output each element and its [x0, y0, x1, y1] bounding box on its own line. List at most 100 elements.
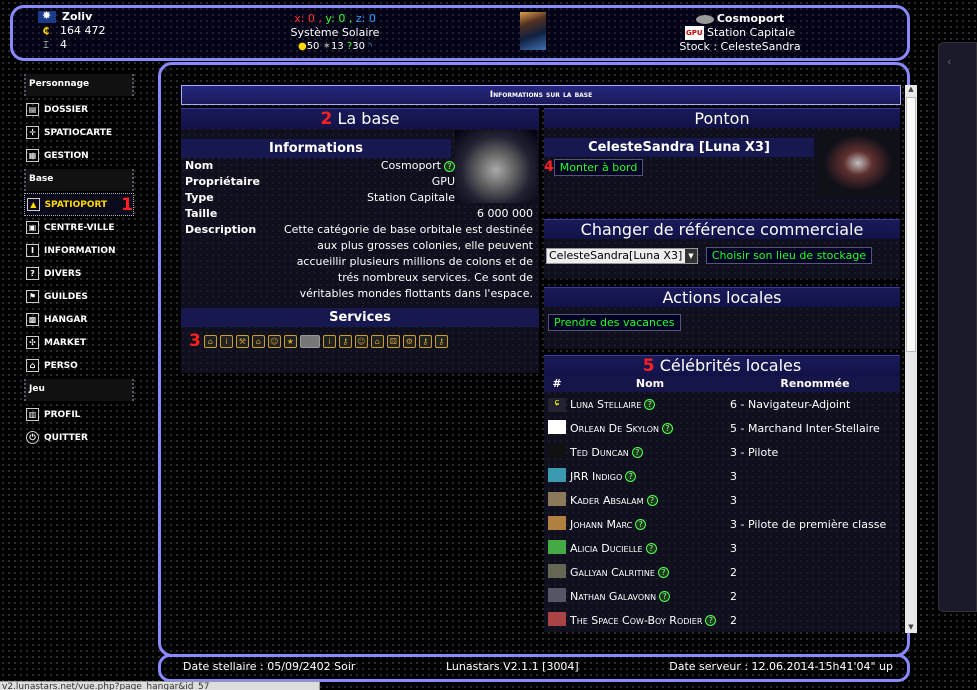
avatar	[548, 443, 566, 458]
help-icon[interactable]: ?	[635, 519, 647, 530]
info-row-taille: Taille 6 000 000	[185, 207, 533, 220]
ref-header: Changer de référence commerciale	[544, 219, 900, 239]
table-row: Ted Duncan? 3 - Pilote	[544, 440, 900, 464]
help-icon[interactable]: ?	[631, 447, 643, 458]
info-row-nom: Nom Cosmoport?	[185, 158, 455, 174]
help-icon[interactable]: ?	[646, 495, 658, 506]
coord-z: 0	[368, 12, 376, 25]
service-face-icon[interactable]: ☺	[354, 334, 368, 348]
avatar	[548, 515, 566, 530]
calculator-icon: ▦	[26, 149, 39, 162]
system-name[interactable]: Système Solaire	[270, 26, 400, 40]
ref-panel: Changer de référence commerciale Celeste…	[544, 219, 900, 279]
content-scrollbar[interactable]: ▲ ▼	[905, 85, 917, 633]
ponton-ship-name: CelesteSandra [Luna X3]	[544, 138, 814, 157]
service-image-icon[interactable]	[299, 334, 320, 348]
ponton-header: Ponton	[544, 108, 900, 128]
level-icon: ⌶	[43, 40, 49, 51]
help-icon[interactable]: ?	[644, 399, 656, 410]
service-info-icon[interactable]: i	[219, 334, 233, 348]
help-icon[interactable]: ?	[659, 591, 671, 602]
question-icon: ?	[26, 267, 39, 280]
annotation-marker-4: 4	[544, 159, 554, 175]
services-bar: 3 ⌂ i ⚒ ⌂ ☺ ★ i ⚷ ☺ ⌂ ⚄ ⚙ ⚷ ⚷	[181, 327, 539, 355]
res2-value: 13	[331, 41, 344, 52]
table-row: Alicia Ducielle? 3	[544, 536, 900, 560]
sidebar-item-hangar[interactable]: ▩ Hangar	[24, 308, 134, 331]
base-title: La base	[337, 109, 400, 128]
service-repair-icon[interactable]: ⚒	[235, 334, 249, 348]
scroll-up-icon[interactable]: ▲	[905, 85, 917, 95]
sidebar-item-divers[interactable]: ? Divers	[24, 262, 134, 285]
service-key3-icon[interactable]: ⚷	[434, 334, 448, 348]
service-shop-icon[interactable]: ⌂	[251, 334, 265, 348]
coordinates: x: 0 , y: 0 , z: 0 Système Solaire ●50 ✶…	[270, 12, 400, 54]
spaceport-icon: ▲	[27, 198, 40, 211]
sidebar-item-dossier[interactable]: ▤ Dossier	[24, 98, 134, 121]
base-header: 2 La base	[181, 108, 539, 129]
coord-x-label: x:	[294, 12, 305, 25]
sidebar-item-information[interactable]: i Information	[24, 239, 134, 262]
info-row-proprietaire: Propriétaire GPU	[185, 175, 455, 188]
storage-select[interactable]: CelesteSandra[Luna X3] ▼	[546, 247, 698, 264]
avatar: ɕ	[548, 397, 566, 412]
coord-z-label: z:	[355, 12, 366, 25]
board-ship-button[interactable]: Monter à bord	[553, 159, 644, 176]
player-name[interactable]: Zoliv	[62, 10, 92, 24]
help-icon[interactable]: ?	[444, 160, 455, 172]
help-icon[interactable]: ?	[657, 567, 669, 578]
celebrities-header: 5 Célébrités locales	[544, 355, 900, 376]
flag-icon: ⚑	[26, 290, 39, 303]
table-row: Orlean De Skylon? 5 - Marchand Inter-Stel…	[544, 416, 900, 440]
help-icon[interactable]: ?	[645, 543, 657, 554]
sidebar-item-gestion[interactable]: ▦ Gestion	[24, 144, 134, 167]
service-info2-icon[interactable]: i	[322, 334, 336, 348]
sidebar-item-guildes[interactable]: ⚑ Guildes	[24, 285, 134, 308]
celebrities-panel: 5 Célébrités locales # Nom Renommée ɕ Lun…	[544, 355, 900, 632]
annotation-marker-5: 5	[642, 356, 655, 376]
table-row: ɕ Luna Stellaire? 6 - Navigateur-Adjoint	[544, 392, 900, 416]
coord-y: 0	[338, 12, 346, 25]
scroll-thumb[interactable]	[906, 97, 916, 352]
sidebar-item-spatiocarte[interactable]: ✛ Spatiocarte	[24, 121, 134, 144]
service-star-icon[interactable]: ★	[283, 334, 297, 348]
stellar-date: Date stellaire : 05/09/2402 Soir	[183, 660, 356, 673]
choose-storage-button[interactable]: Choisir son lieu de stockage	[705, 247, 873, 264]
service-smile-icon[interactable]: ☺	[267, 334, 281, 348]
sidebar-item-profil[interactable]: ▥ Profil	[24, 403, 134, 426]
coord-x: 0	[307, 12, 315, 25]
avatar	[548, 419, 566, 434]
annotation-marker-3: 3	[189, 331, 201, 351]
chevron-left-icon[interactable]: ‹	[947, 55, 951, 68]
help-icon[interactable]: ?	[662, 423, 673, 434]
power-icon: ⏻	[26, 431, 39, 444]
service-dice-icon[interactable]: ⚄	[386, 334, 400, 348]
actions-header: Actions locales	[544, 287, 900, 307]
sidebar-item-market[interactable]: ✣ Market	[24, 331, 134, 354]
service-house-icon[interactable]: ⌂	[370, 334, 384, 348]
planet-image[interactable]	[520, 12, 546, 50]
service-bank-icon[interactable]: ⌂	[203, 334, 217, 348]
help-icon[interactable]: ?	[705, 615, 717, 626]
service-gear-icon[interactable]: ⚙	[402, 334, 416, 348]
help-icon[interactable]: ?	[625, 471, 637, 482]
right-column: Ponton CelesteSandra [Luna X3] 4 Monter à…	[544, 108, 900, 633]
browser-status-url: v2.lunastars.net/vue.php?page_hangar&id_…	[0, 681, 320, 690]
chevron-down-icon[interactable]: ▼	[685, 248, 697, 263]
city-icon: ▣	[26, 221, 39, 234]
sidebar-item-spatioport[interactable]: ▲ Spatioport 1	[24, 193, 134, 216]
vacation-button[interactable]: Prendre des vacances	[548, 314, 681, 331]
sidebar-item-perso[interactable]: ⌂ Perso	[24, 354, 134, 377]
service-key2-icon[interactable]: ⚷	[418, 334, 432, 348]
population-icon: ●	[297, 41, 307, 52]
ponton-panel: Ponton CelesteSandra [Luna X3] 4 Monter à…	[544, 108, 900, 213]
base-image	[455, 130, 537, 203]
service-key-icon[interactable]: ⚷	[338, 334, 352, 348]
player-flag-icon	[38, 9, 56, 23]
table-row: The Space Cow-Boy Rodier? 2	[544, 608, 900, 632]
collapsed-side-panel[interactable]: ‹	[938, 42, 977, 612]
sidebar-item-quitter[interactable]: ⏻ Quitter	[24, 426, 134, 449]
ship-image	[818, 130, 898, 196]
sidebar-item-centre-ville[interactable]: ▣ Centre-ville	[24, 216, 134, 239]
scroll-down-icon[interactable]: ▼	[905, 623, 917, 633]
